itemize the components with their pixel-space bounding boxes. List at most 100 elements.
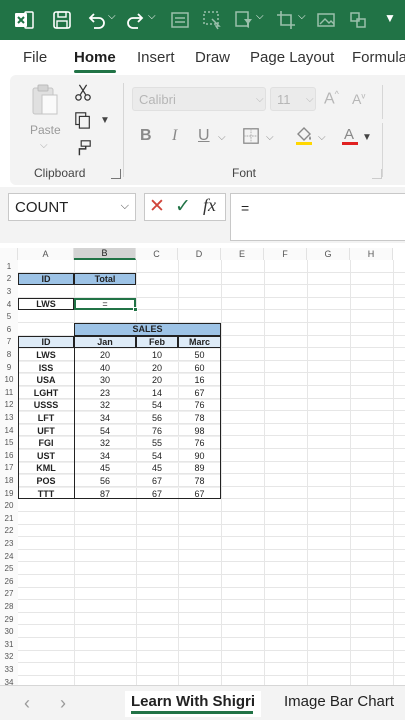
sales-row-id[interactable]: ISS — [18, 360, 74, 374]
picture-tools-icon[interactable] — [312, 6, 340, 34]
row-header-34[interactable]: 34 — [0, 675, 18, 685]
sales-value-cell[interactable]: 32 — [74, 398, 136, 412]
sales-row-id[interactable]: LGHT — [18, 386, 74, 399]
tab-home[interactable]: Home — [74, 49, 116, 66]
sales-value-cell[interactable]: 10 — [136, 348, 178, 361]
sales-value-cell[interactable]: 87 — [74, 486, 136, 500]
sales-value-cell[interactable]: 98 — [178, 423, 221, 437]
save-icon[interactable] — [48, 6, 76, 34]
row-header-19[interactable]: 19 — [0, 486, 18, 500]
row-header-21[interactable]: 21 — [0, 512, 18, 525]
format-painter-icon[interactable] — [72, 137, 94, 159]
tab-file[interactable]: File — [23, 49, 47, 66]
previous-sheet-icon[interactable]: ‹ — [24, 693, 30, 714]
name-box-dropdown-icon[interactable]: ⌵ — [121, 200, 129, 213]
sales-value-cell[interactable]: 45 — [136, 461, 178, 475]
sales-value-cell[interactable]: 56 — [136, 411, 178, 424]
row-header-1[interactable]: 1 — [0, 260, 18, 273]
undo-dropdown-icon[interactable]: ⌵ — [108, 11, 116, 22]
sales-value-cell[interactable]: 67 — [136, 474, 178, 487]
lookup-id-cell[interactable]: LWS — [18, 297, 74, 311]
column-header-a[interactable]: A — [18, 248, 74, 260]
tab-formulas[interactable]: Formula — [352, 49, 405, 66]
row-header-32[interactable]: 32 — [0, 650, 18, 664]
underline-dropdown-icon[interactable]: ⌵ — [218, 132, 226, 143]
redo-icon[interactable] — [122, 6, 150, 34]
filter-icon[interactable] — [230, 6, 258, 34]
font-size-dropdown-icon[interactable]: ⌵ — [306, 94, 314, 105]
borders-dropdown-icon[interactable]: ⌵ — [266, 132, 274, 143]
column-header-f[interactable]: F — [264, 248, 307, 260]
sales-value-cell[interactable]: 76 — [178, 436, 221, 449]
sales-value-cell[interactable]: 20 — [136, 373, 178, 386]
row-header-24[interactable]: 24 — [0, 549, 18, 563]
row-header-31[interactable]: 31 — [0, 638, 18, 651]
excel-logo-icon[interactable] — [10, 6, 38, 34]
sales-value-cell[interactable]: 55 — [136, 436, 178, 449]
font-name-box[interactable]: Calibri — [132, 87, 266, 111]
sales-value-cell[interactable]: 90 — [178, 449, 221, 462]
row-header-8[interactable]: 8 — [0, 348, 18, 361]
sales-row-id[interactable]: FGI — [18, 436, 74, 449]
fill-handle[interactable] — [133, 307, 138, 313]
font-launcher-icon[interactable] — [372, 169, 382, 179]
row-header-27[interactable]: 27 — [0, 587, 18, 601]
sales-value-cell[interactable]: 45 — [74, 461, 136, 475]
redo-dropdown-icon[interactable]: ⌵ — [148, 11, 156, 22]
column-header-d[interactable]: D — [178, 248, 221, 260]
increase-font-size-icon[interactable]: A^ — [324, 89, 339, 108]
tab-page-layout[interactable]: Page Layout — [250, 49, 334, 66]
sales-value-cell[interactable]: 34 — [74, 411, 136, 424]
decrease-font-size-icon[interactable]: Av — [352, 91, 365, 107]
sales-row-id[interactable]: USSS — [18, 398, 74, 412]
row-header-9[interactable]: 9 — [0, 360, 18, 374]
fill-color-icon[interactable] — [292, 123, 316, 147]
row-header-14[interactable]: 14 — [0, 423, 18, 437]
sales-value-cell[interactable]: 76 — [136, 423, 178, 437]
row-header-23[interactable]: 23 — [0, 537, 18, 550]
row-header-33[interactable]: 33 — [0, 663, 18, 676]
row-header-10[interactable]: 10 — [0, 373, 18, 386]
column-header-e[interactable]: E — [221, 248, 264, 260]
worksheet-grid[interactable]: A B C D E F G H 1 2 3 4 5 6 7 8 9 10 11 12 13 14 15 16 17 18 19 20 2… — [0, 248, 405, 685]
underline-button[interactable]: U — [198, 127, 210, 145]
row-header-22[interactable]: 22 — [0, 524, 18, 538]
tab-insert[interactable]: Insert — [137, 49, 175, 66]
cut-icon[interactable] — [72, 81, 94, 103]
row-header-11[interactable]: 11 — [0, 386, 18, 399]
column-header-g[interactable]: G — [307, 248, 350, 260]
font-color-icon[interactable]: A — [338, 123, 362, 147]
sales-value-cell[interactable]: 16 — [178, 373, 221, 386]
sales-value-cell[interactable]: 54 — [74, 423, 136, 437]
name-box[interactable]: COUNT ⌵ — [8, 193, 136, 221]
sales-value-cell[interactable]: 78 — [178, 474, 221, 487]
crop-dropdown-icon[interactable]: ⌵ — [298, 11, 306, 22]
font-name-dropdown-icon[interactable]: ⌵ — [256, 94, 264, 105]
sales-value-cell[interactable]: 67 — [178, 386, 221, 399]
sales-row-id[interactable]: KML — [18, 461, 74, 475]
bold-button[interactable]: B — [140, 127, 152, 145]
sales-value-cell[interactable]: 76 — [178, 398, 221, 412]
sales-row-id[interactable]: UST — [18, 449, 74, 462]
row-header-29[interactable]: 29 — [0, 612, 18, 626]
more-commands-chevron-icon[interactable]: ▼ — [384, 11, 396, 25]
crop-icon[interactable] — [272, 6, 300, 34]
cancel-icon[interactable]: ✕ — [149, 195, 165, 218]
clipboard-launcher-icon[interactable] — [111, 169, 121, 179]
row-header-28[interactable]: 28 — [0, 600, 18, 613]
sales-value-cell[interactable]: 50 — [178, 348, 221, 361]
row-header-2[interactable]: 2 — [0, 272, 18, 286]
sales-value-cell[interactable]: 89 — [178, 461, 221, 475]
sales-value-cell[interactable]: 20 — [136, 360, 178, 374]
paste-dropdown-icon[interactable]: ⌵ — [40, 140, 48, 151]
sales-value-cell[interactable]: 20 — [74, 348, 136, 361]
undo-icon[interactable] — [82, 6, 110, 34]
sales-value-cell[interactable]: 54 — [136, 398, 178, 412]
sales-value-cell[interactable]: 34 — [74, 449, 136, 462]
column-header-h[interactable]: H — [350, 248, 393, 260]
filter-dropdown-icon[interactable]: ⌵ — [256, 11, 264, 22]
sales-value-cell[interactable]: 14 — [136, 386, 178, 399]
row-header-13[interactable]: 13 — [0, 411, 18, 424]
sales-value-cell[interactable]: 30 — [74, 373, 136, 386]
row-header-26[interactable]: 26 — [0, 575, 18, 588]
